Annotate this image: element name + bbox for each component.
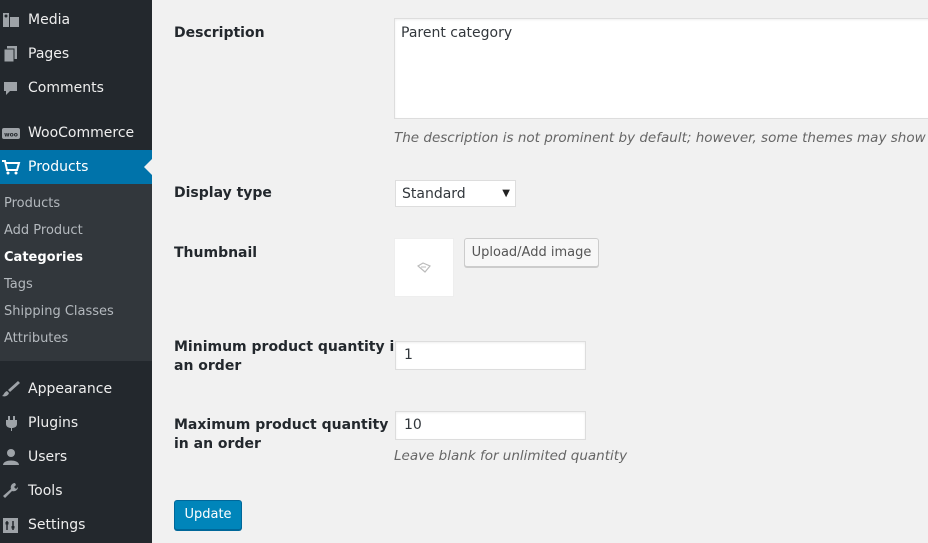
paintbrush-icon xyxy=(1,380,21,398)
dropdown-arrow-icon: ▼ xyxy=(502,188,510,199)
placeholder-image-icon xyxy=(417,262,431,273)
comments-icon xyxy=(1,79,21,97)
submenu-item-shipping-classes[interactable]: Shipping Classes xyxy=(4,304,114,320)
sidebar-item-comments[interactable]: Comments xyxy=(0,71,152,105)
update-button[interactable]: Update xyxy=(174,500,242,530)
description-hint: The description is not prominent by defa… xyxy=(394,130,928,146)
settings-icon xyxy=(1,516,21,534)
thumbnail-label: Thumbnail xyxy=(174,245,258,261)
max-quantity-input[interactable]: 10 xyxy=(395,411,586,440)
admin-sidebar: Media Pages Comments woo WooCommerce Pro… xyxy=(0,0,152,543)
plug-icon xyxy=(1,414,21,432)
submenu-item-add-product[interactable]: Add Product xyxy=(4,223,83,239)
thumbnail-preview xyxy=(394,238,454,297)
sidebar-item-label: Products xyxy=(28,159,89,175)
sidebar-item-users[interactable]: Users xyxy=(0,440,152,474)
sidebar-item-label: Tools xyxy=(28,483,63,499)
max-quantity-hint: Leave blank for unlimited quantity xyxy=(394,448,628,464)
submenu-item-attributes[interactable]: Attributes xyxy=(4,331,68,347)
submenu-item-categories[interactable]: Categories xyxy=(4,250,83,266)
sidebar-item-tools[interactable]: Tools xyxy=(0,474,152,508)
sidebar-item-products[interactable]: Products xyxy=(0,150,152,184)
display-type-value: Standard xyxy=(402,186,466,202)
sidebar-item-plugins[interactable]: Plugins xyxy=(0,406,152,440)
display-type-select[interactable]: Standard ▼ xyxy=(395,180,516,207)
sidebar-item-pages[interactable]: Pages xyxy=(0,37,152,71)
woocommerce-icon: woo xyxy=(1,124,21,142)
pages-icon xyxy=(1,45,21,63)
sidebar-item-label: Appearance xyxy=(28,381,113,397)
min-quantity-label: Minimum product quantity in an order xyxy=(174,339,405,374)
sidebar-item-label: WooCommerce xyxy=(28,125,135,141)
sidebar-item-label: Pages xyxy=(28,46,70,62)
sidebar-item-settings[interactable]: Settings xyxy=(0,508,152,542)
submenu-item-tags[interactable]: Tags xyxy=(4,277,33,293)
min-quantity-input[interactable]: 1 xyxy=(395,341,586,370)
sidebar-item-label: Settings xyxy=(28,517,86,533)
products-submenu: Products Add Product Categories Tags Shi… xyxy=(0,184,152,361)
sidebar-item-label: Users xyxy=(28,449,68,465)
user-icon xyxy=(1,448,21,466)
description-label: Description xyxy=(174,25,265,41)
upload-image-button[interactable]: Upload/Add image xyxy=(464,238,599,267)
submenu-item-products[interactable]: Products xyxy=(4,196,60,212)
sidebar-item-label: Media xyxy=(28,12,71,28)
max-quantity-label: Maximum product quantity in an order xyxy=(174,417,389,452)
sidebar-item-label: Comments xyxy=(28,80,104,96)
display-type-label: Display type xyxy=(174,185,272,201)
sidebar-item-appearance[interactable]: Appearance xyxy=(0,372,152,406)
sidebar-item-media[interactable]: Media xyxy=(0,3,152,37)
cart-icon xyxy=(1,158,21,176)
wrench-icon xyxy=(1,482,21,500)
sidebar-item-woocommerce[interactable]: woo WooCommerce xyxy=(0,116,152,150)
svg-text:woo: woo xyxy=(4,132,18,139)
media-icon xyxy=(1,11,21,29)
sidebar-item-label: Plugins xyxy=(28,415,79,431)
description-textarea[interactable]: Parent category xyxy=(394,18,928,119)
